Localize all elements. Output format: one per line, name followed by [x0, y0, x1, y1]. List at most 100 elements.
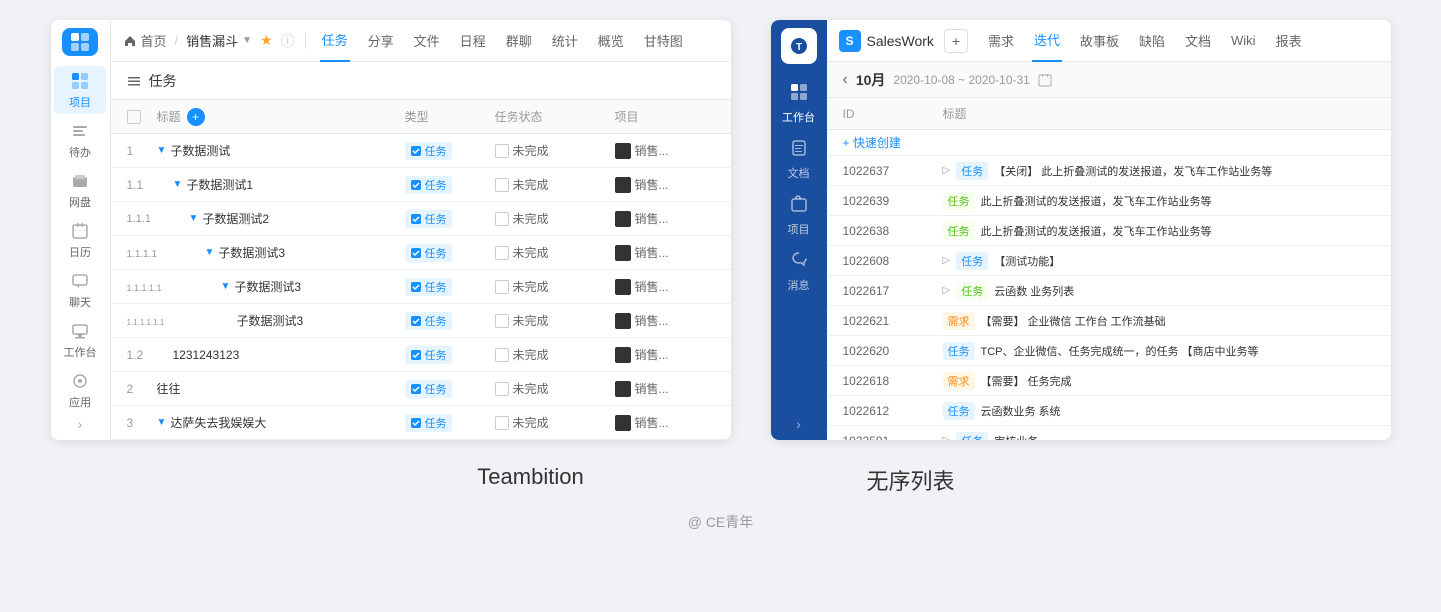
main-container: 项目 待办 [0, 0, 1441, 562]
disk-icon [69, 170, 91, 192]
project-header: 项目 [615, 108, 715, 125]
expand-icon[interactable]: ▷ [943, 165, 951, 176]
footer-label: @ CE青年 [688, 512, 754, 532]
sw-topbar: S SalesWork + 需求 迭代 故事板 [827, 20, 1391, 62]
tab-tasks[interactable]: 任务 [320, 20, 350, 62]
sw-tab-defects[interactable]: 缺陷 [1137, 20, 1167, 62]
sidebar-item-projects[interactable]: 项目 [54, 66, 106, 114]
sw-date-range: 2020-10-08 ~ 2020-10-31 [893, 73, 1029, 87]
projects-label: 项目 [69, 94, 91, 110]
tab-group[interactable]: 群聊 [504, 20, 534, 62]
sw-docs-icon [790, 139, 808, 162]
tb-content: 任务 标题 + 类型 任务状态 项目 [111, 62, 731, 440]
sw-table-row: 1022621 需求 【需要】 企业微信 工作台 工作流基础 [827, 306, 1391, 336]
sidebar-item-disk[interactable]: 网盘 [54, 166, 106, 214]
chat-icon [69, 270, 91, 292]
sw-table-row: 1022620 任务 TCP、企业微信、任务完成统一，的任务 【商店中业务等 [827, 336, 1391, 366]
star-icon[interactable]: ★ [260, 32, 273, 49]
sw-tab-wiki[interactable]: Wiki [1229, 20, 1258, 62]
divider [305, 33, 306, 49]
expand-icon[interactable]: ▷ [943, 285, 951, 296]
collapse-btn[interactable]: ▼ [157, 145, 167, 156]
projects-icon [69, 70, 91, 92]
date-nav-left[interactable]: ‹ [843, 71, 848, 89]
tab-schedule[interactable]: 日程 [458, 20, 488, 62]
expand-icon[interactable]: ▷ [943, 435, 951, 440]
collapse-btn[interactable]: ▼ [189, 213, 199, 224]
sw-brand-name: SalesWork [867, 33, 934, 49]
tab-overview[interactable]: 概览 [596, 20, 626, 62]
sidebar-item-pending[interactable]: 待办 [54, 116, 106, 164]
sw-messages-label: 消息 [788, 277, 810, 293]
apps-label: 应用 [69, 394, 91, 410]
sw-sidebar-projects[interactable]: 项目 [775, 190, 823, 242]
sw-plus-btn[interactable]: + [944, 29, 968, 53]
table-row: 2 往往 任务 未完成 [111, 372, 731, 406]
table-row: 3 ▼ 达萨失去我娱娱大 任务 [111, 406, 731, 440]
collapse-btn[interactable]: ▼ [221, 281, 231, 292]
info-icon[interactable]: ⓘ [281, 31, 295, 51]
add-task-btn[interactable]: + [187, 108, 205, 126]
table-row: 1.1.1.1 ▼ 子数据测试3 任务 [111, 236, 731, 270]
sidebar-item-calendar[interactable]: 日历 [54, 216, 106, 264]
sw-tab-storyboard[interactable]: 故事板 [1078, 20, 1121, 62]
tab-stats[interactable]: 统计 [550, 20, 580, 62]
tab-gantt[interactable]: 甘特图 [642, 20, 685, 62]
sw-create-btn[interactable]: + 快速创建 [827, 130, 1391, 156]
sw-table-row: 1022612 任务 云函数业务 系统 [827, 396, 1391, 426]
select-all-checkbox[interactable] [127, 110, 141, 124]
pending-icon [69, 120, 91, 142]
expand-icon[interactable]: ▷ [943, 255, 951, 266]
tab-share[interactable]: 分享 [366, 20, 396, 62]
sw-nav-tabs: 需求 迭代 故事板 缺陷 文档 [986, 20, 1304, 62]
sw-messages-icon [790, 251, 808, 274]
sidebar-item-workbench[interactable]: 工作台 [54, 316, 106, 364]
sw-brand-icon: S [839, 30, 861, 52]
task-check-icon [410, 179, 422, 191]
sw-sidebar-docs[interactable]: 文档 [775, 134, 823, 186]
sw-table-row: 1022639 任务 此上折叠测试的发送报道，发飞车工作站业务等 [827, 186, 1391, 216]
collapse-btn[interactable]: ▼ [173, 179, 183, 190]
sw-tag: 任务 [943, 222, 975, 240]
sw-docs-label: 文档 [788, 165, 810, 181]
sw-content: ‹ 10月 2020-10-08 ~ 2020-10-31 ID [827, 62, 1391, 440]
home-btn[interactable]: 首页 [123, 31, 167, 50]
tab-files[interactable]: 文件 [412, 20, 442, 62]
type-badge: 任务 [405, 142, 452, 160]
apps-icon [69, 370, 91, 392]
sw-tab-docs[interactable]: 文档 [1183, 20, 1213, 62]
sidebar-item-chat[interactable]: 聊天 [54, 266, 106, 314]
disk-label: 网盘 [69, 194, 91, 210]
tb-logo-icon [62, 28, 98, 56]
project-icon [615, 143, 631, 159]
tb-sidebar: 项目 待办 [51, 20, 111, 440]
sw-table-row: 1022638 任务 此上折叠测试的发送报道，发飞车工作站业务等 [827, 216, 1391, 246]
sw-sidebar-toggle[interactable]: › [796, 416, 801, 432]
sw-table-row: 1022617 ▷ 任务 云函数 业务列表 [827, 276, 1391, 306]
sw-sidebar: T 工作台 [771, 20, 827, 440]
sw-tab-reports[interactable]: 报表 [1274, 20, 1304, 62]
workbench-icon [69, 320, 91, 342]
sw-tab-requirements[interactable]: 需求 [986, 20, 1016, 62]
sw-sidebar-workbench[interactable]: 工作台 [775, 78, 823, 130]
sw-table-body: 1022637 ▷ 任务 【关闭】 此上折叠测试的发送报道，发飞车工作站业务等 … [827, 156, 1391, 440]
sidebar-item-apps[interactable]: 应用 [54, 366, 106, 414]
table-row: 1.1.1 ▼ 子数据测试2 任务 [111, 202, 731, 236]
sw-tag: 需求 [943, 312, 975, 330]
project-name-label: 销售漏斗 [186, 31, 238, 50]
status-checkbox[interactable] [495, 144, 509, 158]
sw-workbench-icon [790, 83, 808, 106]
sw-tag: 任务 [956, 252, 988, 270]
task-section-title: 任务 [149, 71, 177, 91]
sw-sidebar-messages[interactable]: 消息 [775, 246, 823, 298]
sidebar-collapse-btn[interactable]: › [78, 416, 83, 432]
sw-table-row: 1022637 ▷ 任务 【关闭】 此上折叠测试的发送报道，发飞车工作站业务等 [827, 156, 1391, 186]
sw-tag: 需求 [943, 372, 975, 390]
sw-tab-iteration[interactable]: 迭代 [1032, 20, 1062, 62]
sw-table-header: ID 标题 [827, 98, 1391, 130]
project-name-btn[interactable]: 销售漏斗 ▼ [186, 31, 252, 50]
collapse-btn[interactable]: ▼ [205, 247, 215, 258]
sw-brand: S SalesWork [839, 30, 934, 52]
sw-tag: 任务 [956, 432, 988, 441]
collapse-btn[interactable]: ▼ [157, 417, 167, 428]
